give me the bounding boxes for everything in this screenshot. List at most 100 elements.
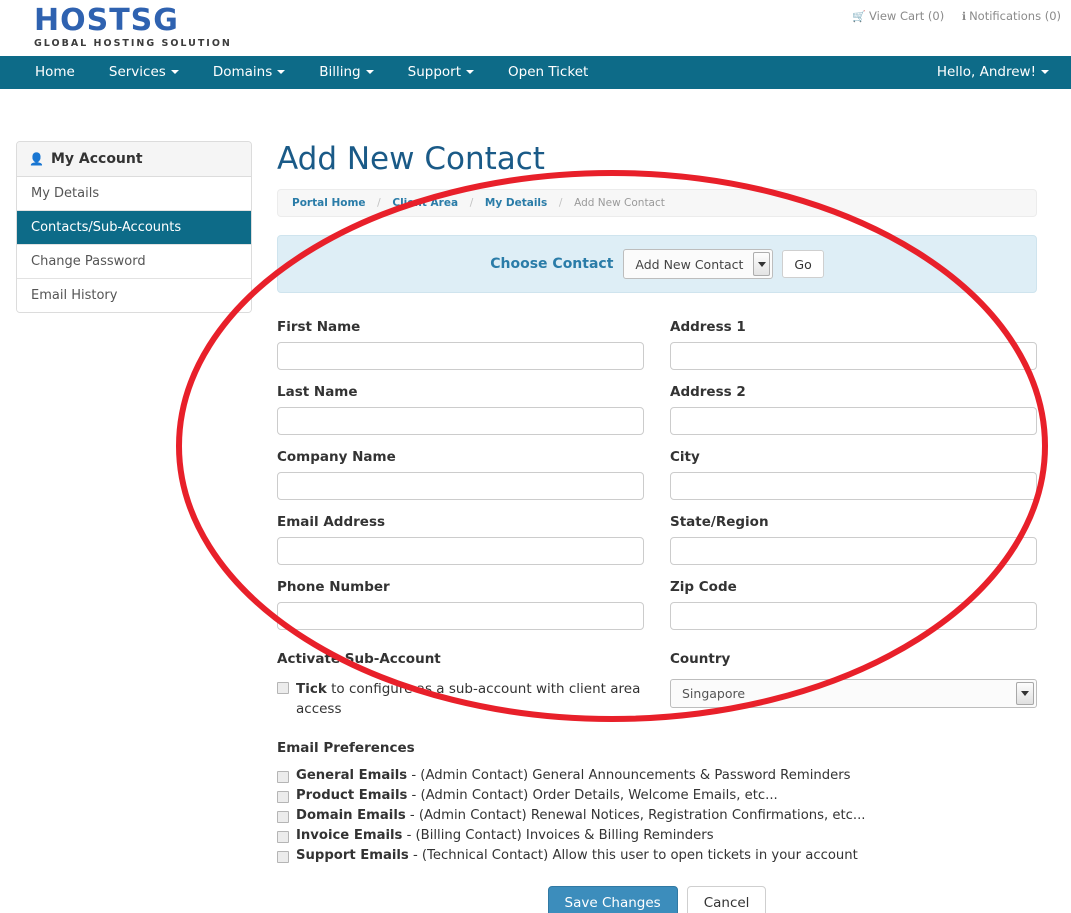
- nav-item-support[interactable]: Support: [391, 56, 491, 89]
- choose-contact-selected-value: Add New Contact: [635, 256, 744, 272]
- field-label-address-1: Address 1: [670, 319, 746, 335]
- email-preferences-heading: Email Preferences: [277, 740, 415, 756]
- choose-contact-label: Choose Contact: [490, 256, 614, 272]
- notifications-link[interactable]: ℹ Notifications (0): [962, 9, 1061, 23]
- sub-account-checkbox-rest: to configure as a sub-account with clien…: [296, 681, 641, 717]
- sidebar-item-label: My Details: [31, 186, 100, 201]
- field-zip-code: Zip Code: [670, 579, 1037, 630]
- product-emails-checkbox[interactable]: [277, 791, 289, 803]
- nav-item-domains[interactable]: Domains: [196, 56, 302, 89]
- sidebar-heading: 👤 My Account: [17, 142, 251, 177]
- state-region-input[interactable]: [670, 537, 1037, 565]
- field-phone-number: Phone Number: [277, 579, 644, 630]
- field-last-name: Last Name: [277, 384, 644, 435]
- last-name-input[interactable]: [277, 407, 644, 435]
- form-actions: Save Changes Cancel: [277, 886, 1037, 913]
- nav-label: Support: [407, 64, 461, 80]
- nav-label: Domains: [212, 64, 273, 80]
- form-column-right: Address 1 Address 2 City State/Region Zi…: [670, 319, 1037, 719]
- domain-emails-checkbox[interactable]: [277, 811, 289, 823]
- email-address-input[interactable]: [277, 537, 644, 565]
- general-emails-checkbox[interactable]: [277, 771, 289, 783]
- field-first-name: First Name: [277, 319, 644, 370]
- main-content: Add New Contact Portal Home / Client Are…: [277, 139, 1037, 913]
- invoice-emails-checkbox[interactable]: [277, 831, 289, 843]
- field-email-address: Email Address: [277, 514, 644, 565]
- top-bar: HOSTSG GLOBAL HOSTING SOLUTION 🛒 View Car…: [0, 0, 1071, 56]
- general-emails-bold: General Emails: [296, 768, 408, 783]
- breadcrumb-item-client-area[interactable]: Client Area: [392, 197, 458, 209]
- field-label-address-2: Address 2: [670, 384, 746, 400]
- invoice-emails-bold: Invoice Emails: [296, 828, 403, 843]
- product-emails-bold: Product Emails: [296, 788, 408, 803]
- breadcrumb: Portal Home / Client Area / My Details /…: [277, 189, 1037, 217]
- nav-label: Services: [108, 64, 166, 80]
- user-greeting-menu[interactable]: Hello, Andrew!: [929, 64, 1057, 80]
- email-pref-invoice[interactable]: Invoice Emails - (Billing Contact) Invoi…: [277, 828, 1037, 844]
- sidebar-item-email-history[interactable]: Email History: [17, 279, 251, 312]
- chevron-down-icon: [753, 252, 771, 276]
- country-select[interactable]: Singapore: [670, 679, 1037, 708]
- sub-account-checkbox-row[interactable]: Tick to configure as a sub-account with …: [277, 679, 644, 719]
- cancel-button[interactable]: Cancel: [686, 886, 767, 913]
- nav-item-open-ticket[interactable]: Open Ticket: [491, 56, 605, 89]
- country-selected-value: Singapore: [682, 686, 746, 701]
- save-changes-button[interactable]: Save Changes: [547, 886, 678, 913]
- phone-number-input[interactable]: [277, 602, 644, 630]
- email-pref-support[interactable]: Support Emails - (Technical Contact) All…: [277, 848, 1037, 864]
- field-address-2: Address 2: [670, 384, 1037, 435]
- breadcrumb-item-my-details[interactable]: My Details: [485, 197, 547, 209]
- logo-wordmark: HOSTSG: [34, 3, 179, 38]
- chevron-down-icon: [170, 70, 179, 74]
- product-emails-rest: - (Admin Contact) Order Details, Welcome…: [407, 788, 778, 803]
- address-1-input[interactable]: [670, 342, 1037, 370]
- nav-items: Home Services Domains Billing Support Op…: [18, 56, 605, 89]
- user-icon: 👤: [29, 152, 44, 166]
- field-city: City: [670, 449, 1037, 500]
- sub-account-checkbox[interactable]: [277, 682, 289, 694]
- zip-code-input[interactable]: [670, 602, 1037, 630]
- view-cart-link[interactable]: 🛒 View Cart (0): [852, 9, 944, 23]
- first-name-input[interactable]: [277, 342, 644, 370]
- chevron-down-icon: [466, 70, 474, 74]
- breadcrumb-item-current: Add New Contact: [574, 197, 665, 209]
- support-emails-bold: Support Emails: [296, 848, 409, 863]
- sidebar-item-label: Contacts/Sub-Accounts: [31, 220, 182, 235]
- email-pref-general[interactable]: General Emails - (Admin Contact) General…: [277, 768, 1037, 784]
- field-label-phone-number: Phone Number: [277, 579, 390, 595]
- chevron-down-icon: [365, 70, 374, 74]
- contact-form: First Name Last Name Company Name Email …: [277, 319, 1037, 719]
- field-label-state-region: State/Region: [670, 514, 769, 530]
- field-address-1: Address 1: [670, 319, 1037, 370]
- company-name-input[interactable]: [277, 472, 644, 500]
- field-label-zip-code: Zip Code: [670, 579, 737, 595]
- nav-item-services[interactable]: Services: [92, 56, 196, 89]
- choose-contact-select[interactable]: Add New Contact: [623, 249, 774, 279]
- address-2-input[interactable]: [670, 407, 1037, 435]
- field-label-company-name: Company Name: [277, 449, 396, 465]
- breadcrumb-separator: /: [558, 197, 563, 209]
- sidebar-heading-label: My Account: [50, 151, 143, 167]
- breadcrumb-separator: /: [377, 197, 381, 209]
- go-button[interactable]: Go: [782, 250, 824, 278]
- sub-account-checkbox-bold: Tick: [296, 681, 327, 697]
- breadcrumb-item-portal-home[interactable]: Portal Home: [292, 197, 366, 209]
- support-emails-checkbox[interactable]: [277, 851, 289, 863]
- general-emails-label: General Emails - (Admin Contact) General…: [296, 768, 851, 784]
- nav-item-billing[interactable]: Billing: [302, 56, 390, 89]
- chevron-down-icon: [1041, 70, 1049, 74]
- domain-emails-rest: - (Admin Contact) Renewal Notices, Regis…: [405, 808, 866, 823]
- city-input[interactable]: [670, 472, 1037, 500]
- view-cart-label: View Cart (0): [869, 9, 945, 23]
- email-pref-product[interactable]: Product Emails - (Admin Contact) Order D…: [277, 788, 1037, 804]
- sidebar-item-contacts-sub-accounts[interactable]: Contacts/Sub-Accounts: [17, 211, 251, 245]
- chevron-down-icon: [277, 70, 286, 74]
- site-logo[interactable]: HOSTSG GLOBAL HOSTING SOLUTION: [34, 6, 232, 50]
- chevron-down-icon: [1016, 682, 1034, 705]
- sidebar-item-my-details[interactable]: My Details: [17, 177, 251, 211]
- nav-item-home[interactable]: Home: [18, 56, 92, 89]
- sidebar-item-change-password[interactable]: Change Password: [17, 245, 251, 279]
- domain-emails-label: Domain Emails - (Admin Contact) Renewal …: [296, 808, 866, 824]
- sidebar-item-label: Change Password: [31, 254, 146, 269]
- email-pref-domain[interactable]: Domain Emails - (Admin Contact) Renewal …: [277, 808, 1037, 824]
